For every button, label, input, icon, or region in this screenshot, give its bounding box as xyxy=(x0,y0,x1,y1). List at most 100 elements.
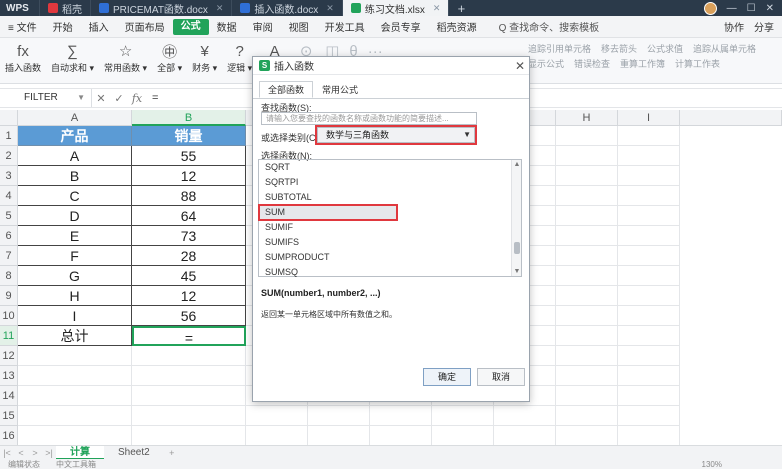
confirm-formula-icon[interactable]: ✓ xyxy=(110,92,128,105)
ribbon-button[interactable]: ¥ 财务 ▾ xyxy=(187,41,222,74)
empty-cell[interactable] xyxy=(308,406,370,426)
row-header[interactable]: 9 xyxy=(0,286,18,306)
ribbon-button[interactable]: ㊥全部 ▾ xyxy=(152,41,187,74)
empty-cell[interactable] xyxy=(618,306,680,326)
table-cell[interactable]: 88 xyxy=(132,186,246,206)
table-cell[interactable]: B xyxy=(18,166,132,186)
sheet-nav-button[interactable]: < xyxy=(14,448,28,458)
empty-cell[interactable] xyxy=(556,386,618,406)
table-header-cell[interactable]: 产品 xyxy=(18,126,132,146)
empty-cell[interactable] xyxy=(556,366,618,386)
name-box[interactable]: FILTER ▼ xyxy=(0,89,92,107)
ribbon-audit-item[interactable]: 重算工作簿 xyxy=(620,57,665,72)
table-header-cell[interactable]: 销量 xyxy=(132,126,246,146)
empty-cell[interactable] xyxy=(618,246,680,266)
empty-cell[interactable] xyxy=(556,306,618,326)
empty-cell[interactable] xyxy=(556,206,618,226)
empty-cell[interactable] xyxy=(618,186,680,206)
empty-cell[interactable] xyxy=(556,346,618,366)
search-input[interactable]: Q 查找命令、搜索模板 xyxy=(499,19,600,34)
new-tab-button[interactable]: + xyxy=(449,0,473,16)
table-cell[interactable]: G xyxy=(18,266,132,286)
table-cell[interactable]: 45 xyxy=(132,266,246,286)
function-item[interactable]: SUMPRODUCT xyxy=(259,250,521,265)
empty-cell[interactable] xyxy=(132,406,246,426)
empty-cell[interactable] xyxy=(432,406,494,426)
function-item[interactable]: SQRT xyxy=(259,160,521,175)
empty-cell[interactable] xyxy=(132,346,246,366)
row-header[interactable]: 3 xyxy=(0,166,18,186)
close-icon[interactable]: ✕ xyxy=(766,3,774,14)
empty-cell[interactable] xyxy=(556,266,618,286)
column-header[interactable]: B xyxy=(132,110,246,126)
empty-cell[interactable] xyxy=(308,426,370,445)
maximize-icon[interactable]: ☐ xyxy=(747,3,756,14)
row-header[interactable]: 10 xyxy=(0,306,18,326)
empty-cell[interactable] xyxy=(432,426,494,445)
table-cell[interactable]: 总计 xyxy=(18,326,132,346)
table-cell[interactable]: 12 xyxy=(132,286,246,306)
dialog-tab[interactable]: 全部函数 xyxy=(259,81,314,98)
menu-3[interactable]: 页面布局 xyxy=(117,19,173,34)
wps-home-tab[interactable]: WPS xyxy=(0,0,40,16)
close-icon[interactable]: ✕ xyxy=(511,59,529,73)
row-header[interactable]: 15 xyxy=(0,406,18,426)
function-list[interactable]: SQRT SQRTPI SUBTOTAL SUM SUMIF SUMIFS SUMPRODU… xyxy=(258,159,522,277)
scrollbar-thumb[interactable] xyxy=(514,242,520,254)
empty-cell[interactable] xyxy=(618,366,680,386)
empty-cell[interactable] xyxy=(618,206,680,226)
ribbon-audit-item[interactable]: 移去箭头 xyxy=(601,42,637,57)
table-cell[interactable]: 28 xyxy=(132,246,246,266)
empty-cell[interactable] xyxy=(370,406,432,426)
sheet-nav-button[interactable]: > xyxy=(28,448,42,458)
empty-cell[interactable] xyxy=(370,426,432,445)
row-header[interactable]: 12 xyxy=(0,346,18,366)
row-header[interactable]: 14 xyxy=(0,386,18,406)
table-cell[interactable]: 73 xyxy=(132,226,246,246)
function-item[interactable]: SUBTOTAL xyxy=(259,190,521,205)
sheet-tab[interactable]: Sheet2 xyxy=(104,446,164,460)
empty-cell[interactable] xyxy=(618,346,680,366)
file-menu[interactable]: ≡ 文件 xyxy=(0,19,45,34)
empty-cell[interactable] xyxy=(132,386,246,406)
empty-cell[interactable] xyxy=(494,406,556,426)
menu-9[interactable]: 会员专享 xyxy=(373,19,429,34)
empty-cell[interactable] xyxy=(246,426,308,445)
function-item[interactable]: SUMIF xyxy=(259,220,521,235)
empty-cell[interactable] xyxy=(18,386,132,406)
table-cell[interactable]: C xyxy=(18,186,132,206)
ribbon-audit-item[interactable]: 公式求值 xyxy=(647,42,683,57)
table-cell[interactable]: 56 xyxy=(132,306,246,326)
row-header[interactable]: 13 xyxy=(0,366,18,386)
table-cell[interactable]: 64 xyxy=(132,206,246,226)
scrollbar[interactable]: ▲ ▼ xyxy=(511,160,521,276)
menu-8[interactable]: 开发工具 xyxy=(317,19,373,34)
formula-input[interactable]: = xyxy=(146,92,158,104)
empty-cell[interactable] xyxy=(556,246,618,266)
menu-right-item[interactable]: 协作 xyxy=(724,19,744,34)
menu-1[interactable]: 开始 xyxy=(45,19,81,34)
empty-cell[interactable] xyxy=(556,126,618,146)
empty-cell[interactable] xyxy=(132,426,246,445)
ribbon-audit-item[interactable]: 追踪从属单元格 xyxy=(693,42,756,57)
sheet-nav-button[interactable]: >| xyxy=(42,448,56,458)
menu-right-item[interactable]: 分享 xyxy=(754,19,774,34)
ok-button[interactable]: 确定 xyxy=(423,368,471,386)
row-header[interactable]: 4 xyxy=(0,186,18,206)
document-tab[interactable]: PRICEMAT函数.docx ✕ xyxy=(91,0,233,16)
select-all-corner[interactable] xyxy=(0,110,18,126)
row-header[interactable]: 6 xyxy=(0,226,18,246)
menu-2[interactable]: 插入 xyxy=(81,19,117,34)
ribbon-audit-item[interactable]: 计算工作表 xyxy=(675,57,720,72)
ribbon-audit-item[interactable]: 追踪引用单元格 xyxy=(528,42,591,57)
empty-cell[interactable] xyxy=(556,166,618,186)
empty-cell[interactable] xyxy=(556,406,618,426)
cancel-formula-icon[interactable]: ✕ xyxy=(92,92,110,105)
add-sheet-button[interactable]: + xyxy=(164,448,180,458)
ribbon-button[interactable]: ∑ 自动求和 ▾ xyxy=(46,41,99,74)
empty-cell[interactable] xyxy=(618,126,680,146)
empty-cell[interactable] xyxy=(556,146,618,166)
table-cell[interactable]: A xyxy=(18,146,132,166)
minimize-icon[interactable]: — xyxy=(727,3,737,14)
chevron-down-icon[interactable]: ▼ xyxy=(512,268,522,275)
